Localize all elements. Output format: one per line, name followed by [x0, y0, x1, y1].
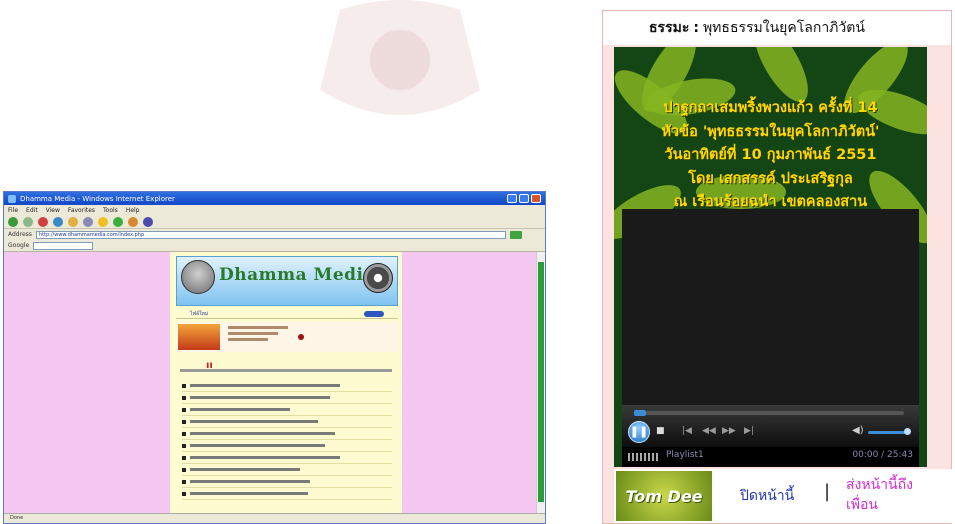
browser-window: Dhamma Media - Windows Internet Explorer…: [3, 191, 546, 524]
film-reel-icon: [363, 263, 393, 293]
list-item[interactable]: [182, 476, 392, 488]
widget-header-topic: พุทธธรรมในยุคโลกาภิวัตน์: [702, 20, 865, 36]
dhamma-media-site: Dhamma Media ไฟล์ใหม่ ıı: [170, 252, 402, 514]
site-title: Dhamma Media: [219, 265, 376, 285]
print-icon[interactable]: [143, 216, 153, 227]
back-icon[interactable]: [8, 216, 18, 227]
address-input[interactable]: http://www.dhammamedia.com/index.php: [35, 230, 506, 239]
list-item[interactable]: [182, 440, 392, 452]
video-screen[interactable]: [622, 209, 919, 405]
favorites-icon[interactable]: [98, 216, 108, 227]
site-logo-icon: [181, 260, 215, 294]
video-text-line: วันอาทิตย์ที่ 10 กุมภาพันธ์ 2551: [664, 147, 877, 163]
minimize-icon[interactable]: [507, 194, 517, 203]
site-banner[interactable]: [176, 322, 398, 352]
previous-icon[interactable]: |◀: [682, 426, 692, 436]
site-header: Dhamma Media: [176, 256, 398, 306]
browser-menubar: File Edit View Favorites Tools Help: [4, 205, 545, 215]
browser-title: Dhamma Media - Windows Internet Explorer: [20, 194, 175, 203]
record-icon: [298, 334, 304, 340]
banner-caption: [228, 326, 292, 346]
site-nav-button[interactable]: [364, 311, 384, 317]
browser-statusbar: Done: [4, 513, 545, 523]
maximize-icon[interactable]: [519, 194, 529, 203]
status-text: Done: [10, 515, 24, 521]
university-seal-watermark: [320, 0, 480, 115]
page-scrollbar[interactable]: [536, 252, 545, 514]
share-with-friend-link[interactable]: ส่งหน้านี้ถึงเพื่อน: [846, 475, 942, 515]
video-title-overlay: ปาฐกถาเสมพริ้งพวงแก้ว ครั้งที่ 14 หัวข้อ…: [614, 97, 927, 215]
browser-toolbar: [4, 215, 545, 229]
volume-icon[interactable]: ◀): [852, 425, 864, 436]
menu-tools[interactable]: Tools: [103, 207, 118, 214]
pause-button[interactable]: ❚❚: [628, 421, 650, 443]
list-item[interactable]: [182, 452, 392, 464]
browser-titlebar: Dhamma Media - Windows Internet Explorer: [4, 192, 545, 205]
menu-edit[interactable]: Edit: [26, 207, 38, 214]
mail-icon[interactable]: [128, 216, 138, 227]
refresh-icon[interactable]: [53, 216, 63, 227]
address-label: Address: [8, 231, 32, 238]
google-label: Google: [8, 242, 30, 249]
playlist-label[interactable]: Playlist1: [666, 450, 704, 460]
list-item[interactable]: [182, 488, 392, 500]
player-controls: ❚❚ ■ |◀ ◀◀ ▶▶ ▶| ◀): [622, 405, 919, 447]
list-item[interactable]: [182, 404, 392, 416]
close-icon[interactable]: [531, 194, 541, 203]
volume-knob[interactable]: [904, 428, 911, 435]
video-text-line: หัวข้อ 'พุทธธรรมในยุคโลกาภิวัตน์': [661, 123, 880, 140]
rewind-icon[interactable]: ◀◀: [702, 426, 716, 436]
link-separator: |: [824, 481, 831, 502]
content-divider: [180, 369, 392, 372]
google-toolbar: Google: [4, 240, 545, 252]
list-item[interactable]: [182, 416, 392, 428]
tomdee-logo-text: Tom Dee: [625, 486, 703, 506]
menu-help[interactable]: Help: [126, 207, 140, 214]
widget-header-separator: :: [693, 20, 699, 36]
seek-thumb[interactable]: [634, 410, 646, 416]
site-nav: ไฟล์ใหม่: [176, 310, 398, 319]
menu-favorites[interactable]: Favorites: [68, 207, 95, 214]
list-item[interactable]: [182, 380, 392, 392]
address-bar: Address http://www.dhammamedia.com/index…: [4, 229, 545, 240]
next-icon[interactable]: ▶|: [744, 426, 754, 436]
media-player: ปาฐกถาเสมพริ้งพวงแก้ว ครั้งที่ 14 หัวข้อ…: [614, 47, 927, 467]
volume-slider[interactable]: [868, 431, 906, 434]
site-nav-new-files[interactable]: ไฟล์ใหม่: [190, 311, 208, 317]
widget-footer: Tom Dee ปิดหน้านี้ | ส่งหน้านี้ถึงเพื่อน: [614, 469, 952, 523]
close-page-link[interactable]: ปิดหน้านี้: [740, 485, 794, 507]
video-text-line: ปาฐกถาเสมพริ้งพวงแก้ว ครั้งที่ 14: [663, 100, 878, 116]
video-text-line: โดย เสกสรรค์ ประเสริฐกุล: [688, 170, 853, 187]
stop-icon[interactable]: ■: [656, 426, 665, 436]
time-display: 00:00 / 25:43: [852, 450, 913, 460]
go-button[interactable]: [509, 230, 522, 239]
seek-bar[interactable]: [634, 410, 904, 416]
widget-header-label: ธรรมะ: [649, 20, 690, 36]
list-item[interactable]: [182, 428, 392, 440]
history-icon[interactable]: [113, 216, 123, 227]
home-icon[interactable]: [68, 216, 78, 227]
grip-icon: [628, 453, 658, 461]
list-item[interactable]: [182, 392, 392, 404]
menu-file[interactable]: File: [8, 207, 18, 214]
tomdee-logo[interactable]: Tom Dee: [616, 471, 712, 521]
playlist-bar: Playlist1 00:00 / 25:43: [622, 447, 919, 467]
banner-image: [178, 324, 220, 350]
ie-icon: [8, 194, 16, 203]
audio-list: [182, 380, 392, 500]
dhamma-video-widget: ธรรมะ : พุทธธรรมในยุคโลกาภิวัตน์ ปาฐกถาเ…: [602, 10, 952, 524]
stop-icon[interactable]: [38, 216, 48, 227]
page-viewport: Dhamma Media ไฟล์ใหม่ ıı: [4, 252, 537, 514]
list-item[interactable]: [182, 464, 392, 476]
widget-header: ธรรมะ : พุทธธรรมในยุคโลกาภิวัตน์: [603, 11, 951, 45]
google-search-input[interactable]: [33, 241, 94, 250]
search-icon[interactable]: [83, 216, 93, 227]
forward-icon[interactable]: [23, 216, 33, 227]
scrollbar-thumb[interactable]: [538, 262, 544, 502]
fast-forward-icon[interactable]: ▶▶: [722, 426, 736, 436]
menu-view[interactable]: View: [46, 207, 60, 214]
